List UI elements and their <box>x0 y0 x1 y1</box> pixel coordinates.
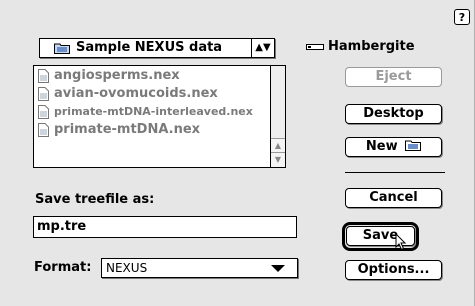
file-list[interactable]: angiosperms.nex avian-ovomucoids.nex pri… <box>33 65 286 168</box>
document-icon <box>38 87 49 101</box>
hard-disk-icon <box>306 43 324 50</box>
help-button[interactable]: ? <box>454 9 470 25</box>
scroll-down-arrow-icon[interactable]: ▼ <box>271 152 285 167</box>
new-folder-icon <box>405 140 422 151</box>
folder-icon <box>54 43 70 54</box>
volume-name: Hambergite <box>328 39 415 54</box>
cancel-button[interactable]: Cancel <box>345 188 442 208</box>
popup-arrows-icon: ▲▼ <box>251 39 274 57</box>
filename-input[interactable]: mp.tre <box>33 216 297 238</box>
document-icon <box>38 105 49 119</box>
new-folder-label: New <box>365 139 398 154</box>
format-value: NEXUS <box>106 261 148 275</box>
file-name: primate-mtDNA-interleaved.nex <box>54 105 253 118</box>
volume-label: Hambergite <box>306 37 415 57</box>
file-name: angiosperms.nex <box>54 68 180 83</box>
file-name: primate-mtDNA.nex <box>54 122 201 137</box>
file-list-scrollbar[interactable]: ▲ ▼ <box>270 66 285 167</box>
save-as-label: Save treefile as: <box>35 192 155 207</box>
button-divider <box>345 172 445 173</box>
mouse-cursor-icon <box>395 233 407 251</box>
scroll-up-arrow-icon[interactable]: ▲ <box>271 138 285 153</box>
options-button[interactable]: Options... <box>345 260 442 280</box>
folder-name: Sample NEXUS data <box>76 40 223 55</box>
eject-button[interactable]: Eject <box>345 67 442 87</box>
format-popup[interactable]: NEXUS <box>101 258 298 278</box>
folder-popup[interactable]: Sample NEXUS data ▲▼ <box>39 38 275 58</box>
save-dialog: ? Sample NEXUS data ▲▼ Hambergite angios… <box>0 0 475 306</box>
desktop-button[interactable]: Desktop <box>345 104 442 124</box>
format-label: Format: <box>34 260 92 275</box>
new-folder-button[interactable]: New <box>345 137 442 157</box>
file-name: avian-ovomucoids.nex <box>54 86 218 101</box>
document-icon <box>38 123 49 137</box>
dropdown-arrow-icon <box>271 265 285 272</box>
document-icon <box>38 69 49 83</box>
